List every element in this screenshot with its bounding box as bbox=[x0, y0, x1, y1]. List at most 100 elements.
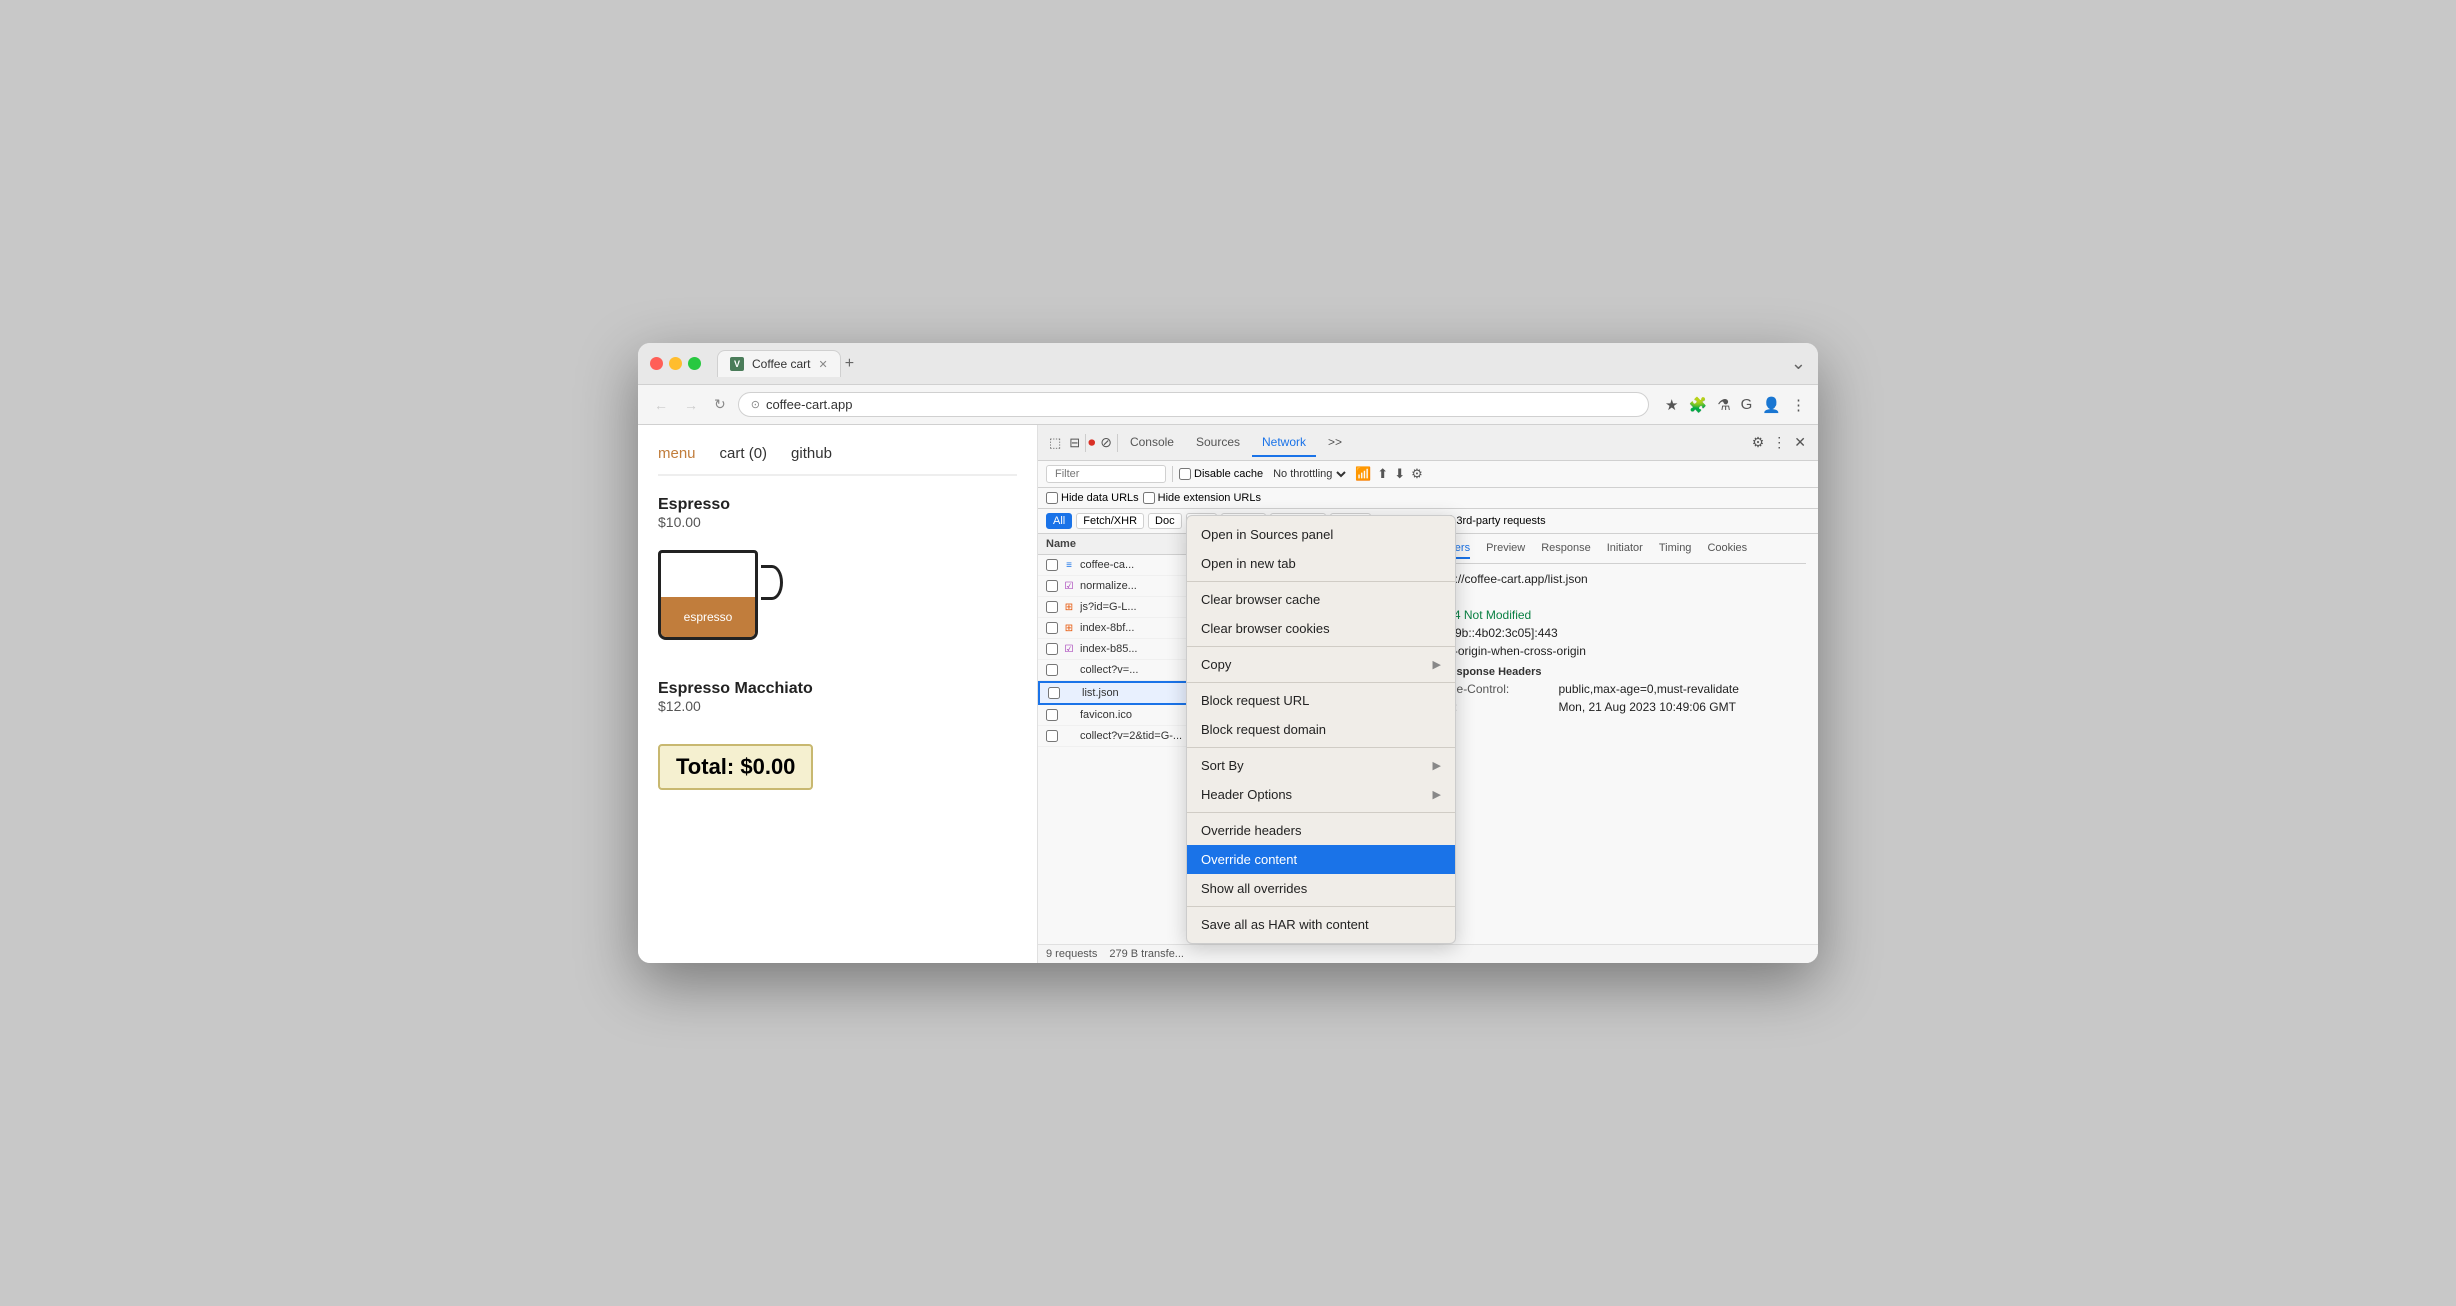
nav-menu[interactable]: menu bbox=[658, 445, 696, 462]
cm-clear-cache-label: Clear browser cache bbox=[1201, 592, 1320, 607]
detail-tab-timing[interactable]: Timing bbox=[1659, 542, 1692, 559]
extensions-icon[interactable]: 🧩 bbox=[1689, 396, 1708, 414]
mug-body: espresso bbox=[658, 550, 758, 640]
coffee-mug: espresso bbox=[658, 540, 778, 660]
devtools-top-right: ⚙ ⋮ ✕ bbox=[1752, 434, 1810, 451]
upload-icon[interactable]: ⬆ bbox=[1377, 466, 1388, 482]
tab-close-icon[interactable]: ✕ bbox=[818, 358, 827, 371]
minimize-button[interactable] bbox=[669, 357, 682, 370]
req-checkbox-5[interactable] bbox=[1046, 643, 1058, 655]
date-value: Mon, 21 Aug 2023 10:49:06 GMT bbox=[1559, 700, 1807, 714]
settings2-icon[interactable]: ⚙ bbox=[1411, 466, 1423, 482]
close-button[interactable] bbox=[650, 357, 663, 370]
disable-cache-checkbox[interactable] bbox=[1179, 468, 1191, 480]
cm-block-url[interactable]: Block request URL bbox=[1187, 686, 1455, 715]
detail-status-row: 304 Not Modified bbox=[1429, 608, 1807, 622]
filter-input[interactable] bbox=[1046, 465, 1166, 483]
download-icon[interactable]: ⬇ bbox=[1394, 466, 1405, 482]
bookmark-icon[interactable]: ★ bbox=[1665, 396, 1678, 414]
cm-show-overrides-label: Show all overrides bbox=[1201, 881, 1307, 896]
sep1 bbox=[1172, 466, 1173, 482]
browser-window: V Coffee cart ✕ + ⌄ ← → ↻ ⊙ coffee-cart.… bbox=[638, 343, 1818, 963]
reload-button[interactable]: ↻ bbox=[710, 392, 730, 417]
chip-doc[interactable]: Doc bbox=[1148, 513, 1182, 529]
cm-block-domain[interactable]: Block request domain bbox=[1187, 715, 1455, 744]
cm-save-har[interactable]: Save all as HAR with content bbox=[1187, 910, 1455, 939]
back-button[interactable]: ← bbox=[650, 393, 672, 417]
cm-sep-6 bbox=[1187, 906, 1455, 907]
throttle-select[interactable]: No throttling bbox=[1269, 467, 1349, 481]
hide-ext-urls-checkbox[interactable] bbox=[1143, 492, 1155, 504]
detail-address-row: [64:ff9b::4b02:3c05]:443 bbox=[1429, 626, 1807, 640]
record-button[interactable]: ⏺ bbox=[1088, 434, 1095, 451]
req-checkbox-7[interactable] bbox=[1048, 687, 1060, 699]
detail-tab-response[interactable]: Response bbox=[1541, 542, 1591, 559]
cm-clear-cache[interactable]: Clear browser cache bbox=[1187, 585, 1455, 614]
clear-icon[interactable]: ⊘ bbox=[1097, 431, 1115, 454]
cm-override-headers[interactable]: Override headers bbox=[1187, 816, 1455, 845]
detail-panel: Headers Preview Response Initiator Timin… bbox=[1417, 534, 1819, 944]
req-checkbox-3[interactable] bbox=[1046, 601, 1058, 613]
profile-icon[interactable]: 👤 bbox=[1762, 396, 1781, 414]
cm-header-options[interactable]: Header Options ▶ bbox=[1187, 780, 1455, 809]
tab-network[interactable]: Network bbox=[1252, 429, 1316, 457]
coffee-item-espresso: Espresso $10.00 espresso bbox=[658, 496, 1017, 660]
req-checkbox-1[interactable] bbox=[1046, 559, 1058, 571]
forward-button[interactable]: → bbox=[680, 393, 702, 417]
maximize-button[interactable] bbox=[688, 357, 701, 370]
cm-copy-arrow: ▶ bbox=[1433, 658, 1441, 671]
context-menu: Open in Sources panel Open in new tab Cl… bbox=[1186, 515, 1456, 944]
more-icon[interactable]: ⋮ bbox=[1772, 434, 1786, 451]
transfer-size: 279 B transfe... bbox=[1109, 948, 1184, 960]
cm-sep-4 bbox=[1187, 747, 1455, 748]
cm-save-har-label: Save all as HAR with content bbox=[1201, 917, 1369, 932]
network-toolbar-1: Disable cache No throttling 📶 ⬆ ⬇ ⚙ bbox=[1038, 461, 1818, 488]
labs-icon[interactable]: ⚗ bbox=[1717, 396, 1730, 414]
browser-toolbar: ★ 🧩 ⚗ G 👤 ⋮ bbox=[1665, 396, 1806, 414]
cm-show-overrides[interactable]: Show all overrides bbox=[1187, 874, 1455, 903]
nav-cart[interactable]: cart (0) bbox=[720, 445, 768, 462]
req-checkbox-9[interactable] bbox=[1046, 730, 1058, 742]
tab-more[interactable]: >> bbox=[1318, 429, 1352, 457]
responsive-mode-icon[interactable]: ⊟ bbox=[1066, 432, 1083, 454]
browser-tab[interactable]: V Coffee cart ✕ bbox=[717, 350, 841, 377]
chip-fetch[interactable]: Fetch/XHR bbox=[1076, 513, 1144, 529]
req-checkbox-4[interactable] bbox=[1046, 622, 1058, 634]
security-icon: ⊙ bbox=[751, 398, 760, 411]
menu-icon[interactable]: ⋮ bbox=[1791, 396, 1806, 414]
settings-icon[interactable]: ⚙ bbox=[1752, 434, 1765, 451]
req-checkbox-6[interactable] bbox=[1046, 664, 1058, 676]
grammarly-icon[interactable]: G bbox=[1741, 396, 1753, 413]
window-chevron-icon[interactable]: ⌄ bbox=[1791, 353, 1806, 374]
coffee-price: $10.00 bbox=[658, 514, 1017, 530]
cm-override-content[interactable]: Override content bbox=[1187, 845, 1455, 874]
req-icon-css: ☑ bbox=[1062, 579, 1076, 593]
req-icon-css-2: ☑ bbox=[1062, 642, 1076, 656]
tab-console[interactable]: Console bbox=[1120, 429, 1184, 457]
cache-control-row: Cache-Control: public,max-age=0,must-rev… bbox=[1429, 682, 1807, 696]
new-tab-button[interactable]: + bbox=[845, 355, 854, 373]
detail-tab-preview[interactable]: Preview bbox=[1486, 542, 1525, 559]
detail-tab-initiator[interactable]: Initiator bbox=[1607, 542, 1643, 559]
cm-copy[interactable]: Copy ▶ bbox=[1187, 650, 1455, 679]
wifi-icon[interactable]: 📶 bbox=[1355, 466, 1371, 482]
devtools-close-icon[interactable]: ✕ bbox=[1794, 434, 1806, 451]
chip-all[interactable]: All bbox=[1046, 513, 1072, 529]
tab-sources[interactable]: Sources bbox=[1186, 429, 1250, 457]
req-checkbox-8[interactable] bbox=[1046, 709, 1058, 721]
cm-sort-by[interactable]: Sort By ▶ bbox=[1187, 751, 1455, 780]
req-checkbox-2[interactable] bbox=[1046, 580, 1058, 592]
detail-tabs: Headers Preview Response Initiator Timin… bbox=[1429, 542, 1807, 564]
cm-clear-cookies[interactable]: Clear browser cookies bbox=[1187, 614, 1455, 643]
status-bar: 9 requests 279 B transfe... bbox=[1038, 944, 1818, 963]
detail-tab-cookies[interactable]: Cookies bbox=[1707, 542, 1747, 559]
devtools-panel: ⬚ ⊟ ⏺ ⊘ Console Sources Network >> ⚙ ⋮ ✕ bbox=[1038, 425, 1818, 963]
address-input[interactable]: ⊙ coffee-cart.app bbox=[738, 392, 1649, 417]
cm-open-sources[interactable]: Open in Sources panel bbox=[1187, 520, 1455, 549]
hide-data-urls-checkbox[interactable] bbox=[1046, 492, 1058, 504]
nav-github[interactable]: github bbox=[791, 445, 832, 462]
cm-block-url-label: Block request URL bbox=[1201, 693, 1309, 708]
cm-open-new-tab[interactable]: Open in new tab bbox=[1187, 549, 1455, 578]
cm-header-arrow: ▶ bbox=[1433, 788, 1441, 801]
element-picker-icon[interactable]: ⬚ bbox=[1046, 432, 1064, 454]
